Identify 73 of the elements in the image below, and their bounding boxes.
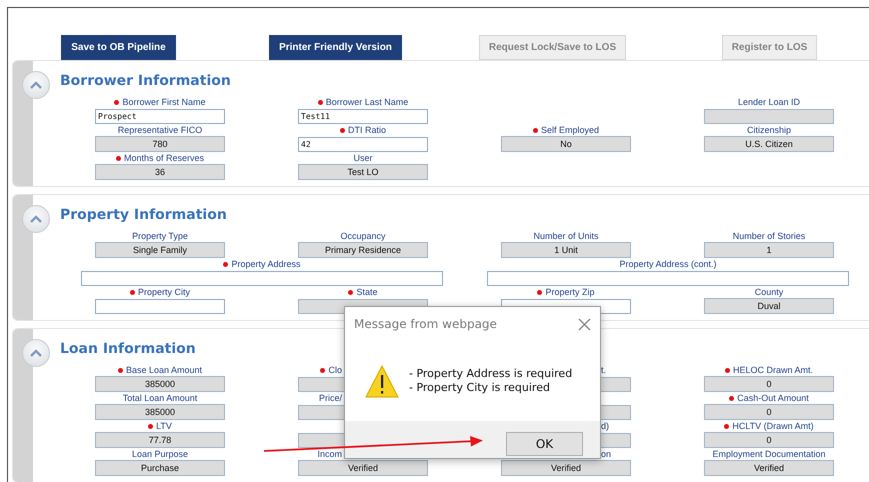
section-title: Borrower Information <box>60 73 231 89</box>
field-label: Price/ <box>318 392 342 404</box>
field-label: Number of Units <box>533 230 599 242</box>
readonly-field: Primary Residence <box>298 242 428 258</box>
readonly-field: Verified <box>704 460 834 476</box>
field-label: Incom <box>317 448 342 460</box>
readonly-field: 1 <box>704 242 834 258</box>
field-label: d) <box>601 420 610 432</box>
field-label: Self Employed <box>540 124 600 136</box>
field-label: HELOC Drawn Amt. <box>732 364 814 376</box>
readonly-field: 36 <box>95 164 225 180</box>
input-field[interactable] <box>81 270 443 286</box>
readonly-field: 385000 <box>95 376 225 392</box>
collapse-toggle-icon[interactable] <box>22 205 50 233</box>
field-label: Total Loan Amount <box>122 392 198 404</box>
readonly-field: Single Family <box>95 242 225 258</box>
section-title: Loan Information <box>60 341 196 357</box>
readonly-field: Purchase <box>95 460 225 476</box>
ok-button[interactable]: OK <box>506 432 583 456</box>
readonly-field: Verified <box>298 460 428 476</box>
field-label: t. <box>601 364 606 376</box>
readonly-field: 780 <box>95 136 225 152</box>
field-label: Occupancy <box>340 230 386 242</box>
field-label: Borrower Last Name <box>326 96 408 108</box>
field-label: Property Address <box>231 258 301 270</box>
readonly-field: Test LO <box>298 164 428 180</box>
collapse-toggle-icon[interactable] <box>22 71 50 99</box>
field-label: Representative FICO <box>118 124 202 136</box>
field-label: Property Address (cont.) <box>619 258 717 270</box>
field-label: Base Loan Amount <box>126 364 202 376</box>
readonly-field: 0 <box>704 432 834 448</box>
field-label: Lender Loan ID <box>738 96 800 108</box>
dialog-message: - Property City is required <box>409 381 551 395</box>
field-label: Employment Documentation <box>712 448 826 460</box>
section-title: Property Information <box>60 207 227 223</box>
readonly-field: Verified <box>501 460 631 476</box>
field-label: LTV <box>156 420 172 432</box>
field-label: County <box>754 286 784 298</box>
close-icon[interactable] <box>578 318 591 330</box>
readonly-field: 77.78 <box>95 432 225 448</box>
collapse-toggle-icon[interactable] <box>22 339 50 367</box>
field-label: HCLTV (Drawn Amt) <box>732 420 814 432</box>
readonly-field: U.S. Citizen <box>704 136 834 152</box>
field-label: Citizenship <box>746 124 792 136</box>
field-label: Property Type <box>132 230 188 242</box>
input-field[interactable]: Prospect <box>95 108 225 124</box>
field-label: Property City <box>138 286 190 298</box>
field-label: Months of Reserves <box>124 152 204 164</box>
field-label: on <box>601 448 612 460</box>
dialog-message: - Property Address is required <box>409 367 572 381</box>
field-label: Borrower First Name <box>122 96 206 108</box>
readonly-field: Duval <box>704 298 834 314</box>
field-label: Number of Stories <box>732 230 806 242</box>
input-field[interactable]: 42 <box>298 136 428 152</box>
field-label: Property Zip <box>545 286 595 298</box>
warning-icon <box>365 364 399 398</box>
field-label: Cash-Out Amount <box>737 392 809 404</box>
readonly-field: No <box>501 136 631 152</box>
field-label: State <box>356 286 378 298</box>
action-button[interactable]: Save to OB Pipeline <box>61 35 176 60</box>
field-label: User <box>353 152 372 164</box>
dialog-title: Message from webpage <box>354 316 497 333</box>
readonly-field: 1 Unit <box>501 242 631 258</box>
field-label: Loan Purpose <box>132 448 188 460</box>
readonly-field: 0 <box>704 404 834 420</box>
readonly-field: 0 <box>704 376 834 392</box>
input-field[interactable]: Test11 <box>298 108 428 124</box>
field-label: Clo <box>328 364 342 376</box>
field-label: DTI Ratio <box>348 124 386 136</box>
input-field[interactable] <box>95 298 225 314</box>
action-button[interactable]: Printer Friendly Version <box>269 35 402 60</box>
input-field[interactable] <box>487 270 849 286</box>
readonly-field: 385000 <box>95 404 225 420</box>
